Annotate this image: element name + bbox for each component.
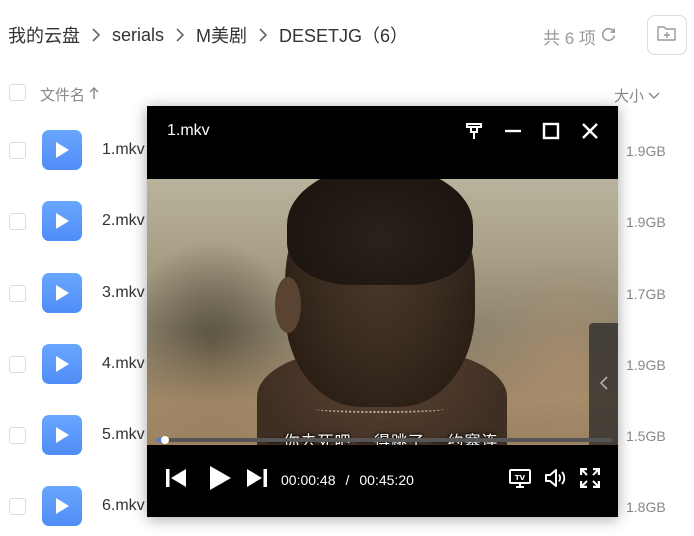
volume-button[interactable] [543, 466, 567, 494]
current-time: 00:00:48 [281, 472, 336, 488]
time-display: 00:00:48 / 00:45:20 [281, 472, 414, 488]
pin-icon[interactable] [463, 120, 485, 142]
file-size: 1.9GB [626, 214, 666, 230]
play-icon [208, 465, 232, 496]
fullscreen-icon [579, 467, 601, 493]
minimize-icon[interactable] [502, 120, 524, 142]
refresh-icon[interactable] [600, 26, 617, 48]
sort-arrow-up-icon [89, 86, 99, 104]
row-checkbox[interactable] [9, 142, 26, 159]
progress-handle[interactable] [161, 436, 169, 444]
new-folder-button[interactable] [647, 15, 687, 55]
column-name-label: 文件名 [40, 87, 86, 104]
video-file-icon [42, 130, 82, 170]
video-figure-necklace [315, 405, 445, 413]
breadcrumb: 我的云盘 serials M美剧 DESETJG（6） [8, 22, 408, 48]
chevron-right-icon [92, 28, 100, 42]
fullscreen-button[interactable] [578, 466, 602, 494]
column-size-label: 大小 [614, 88, 645, 105]
file-size: 1.8GB [626, 499, 666, 515]
video-frame[interactable]: 一你去死吧 一得跳了 一约塞连 [147, 179, 618, 445]
item-count: 共 6 项 [543, 24, 617, 49]
file-size: 1.9GB [626, 143, 666, 159]
tv-icon: TV [509, 468, 531, 493]
video-subtitle: 一你去死吧 一得跳了 一约塞连 [147, 428, 618, 445]
breadcrumb-item-m-series[interactable]: M美剧 [196, 22, 247, 48]
column-name-header[interactable]: 文件名 [40, 84, 99, 105]
play-button[interactable] [205, 465, 235, 496]
file-size: 1.5GB [626, 428, 666, 444]
video-file-icon [42, 486, 82, 526]
file-name[interactable]: 2.mkv [102, 212, 145, 230]
progress-bar[interactable] [157, 436, 612, 444]
item-count-label: 共 6 项 [543, 29, 596, 48]
close-icon[interactable] [579, 120, 601, 142]
side-panel-toggle[interactable] [589, 323, 618, 445]
time-separator: / [345, 472, 350, 488]
row-checkbox[interactable] [9, 285, 26, 302]
chevron-left-icon [599, 376, 608, 395]
video-file-icon [42, 415, 82, 455]
row-checkbox[interactable] [9, 427, 26, 444]
file-size: 1.7GB [626, 286, 666, 302]
breadcrumb-item-serials[interactable]: serials [112, 25, 164, 46]
breadcrumb-item-current: DESETJG（6） [279, 26, 409, 46]
file-name[interactable]: 3.mkv [102, 284, 145, 302]
row-checkbox[interactable] [9, 213, 26, 230]
video-figure-ear [275, 277, 301, 333]
video-figure-hair [287, 179, 473, 285]
file-name[interactable]: 6.mkv [102, 497, 145, 515]
column-size-header[interactable]: 大小 [614, 85, 660, 106]
row-checkbox[interactable] [9, 356, 26, 373]
maximize-icon[interactable] [540, 120, 562, 142]
chevron-down-icon [648, 87, 660, 104]
video-player-window[interactable]: 1.mkv 一你去死吧 一得跳了 一约塞连 00:00: [147, 106, 618, 517]
list-header: 文件名 大小 [0, 82, 694, 106]
file-name[interactable]: 1.mkv [102, 141, 145, 159]
volume-icon [544, 468, 566, 493]
chevron-right-icon [176, 28, 185, 42]
folder-plus-icon [656, 23, 678, 48]
file-name[interactable]: 4.mkv [102, 355, 145, 373]
next-button[interactable] [244, 466, 270, 494]
tv-cast-button[interactable]: TV [508, 466, 532, 494]
total-time: 00:45:20 [359, 472, 414, 488]
video-file-icon [42, 273, 82, 313]
video-file-icon [42, 344, 82, 384]
skip-next-icon [246, 468, 268, 493]
skip-previous-icon [165, 468, 187, 493]
player-title: 1.mkv [167, 122, 210, 139]
row-checkbox[interactable] [9, 498, 26, 515]
file-size: 1.9GB [626, 357, 666, 373]
file-name[interactable]: 5.mkv [102, 426, 145, 444]
video-file-icon [42, 201, 82, 241]
svg-text:TV: TV [515, 474, 526, 482]
previous-button[interactable] [163, 466, 189, 494]
breadcrumb-item-root[interactable]: 我的云盘 [8, 22, 80, 48]
select-all-checkbox[interactable] [9, 84, 26, 101]
chevron-right-icon [259, 28, 268, 42]
